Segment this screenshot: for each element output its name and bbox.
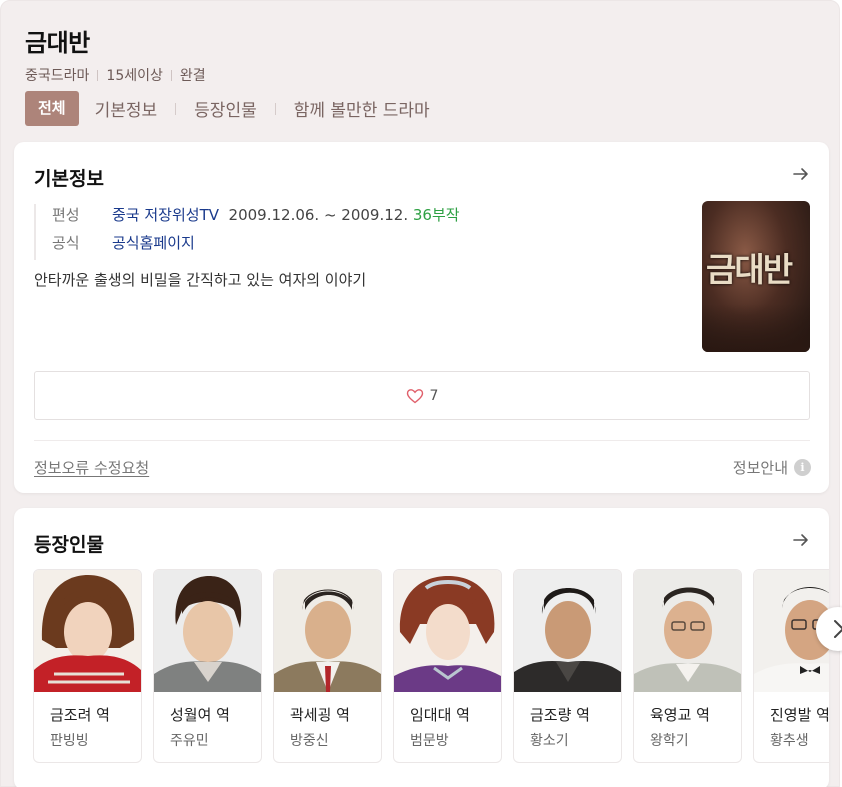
like-count: 7 bbox=[429, 387, 439, 404]
broadcast-dates: 2009.12.06. ~ 2009.12. bbox=[228, 206, 409, 224]
tab-divider bbox=[274, 102, 276, 115]
tab-bar: 전체 기본정보 등장인물 함께 볼만한 드라마 bbox=[25, 91, 430, 126]
tab-cast[interactable]: 등장인물 bbox=[194, 96, 257, 121]
official-homepage-link[interactable]: 공식홈페이지 bbox=[112, 232, 195, 260]
cast-actor: 황추생 bbox=[770, 733, 809, 749]
cast-role: 임대대 역 bbox=[410, 706, 470, 724]
cast-photo bbox=[514, 570, 621, 692]
cast-actor: 주유민 bbox=[170, 733, 209, 749]
cast-title[interactable]: 등장인물 bbox=[34, 530, 104, 557]
info-guide-label: 정보안내 bbox=[732, 459, 788, 477]
info-list: 편성 중국 저장위성TV 2009.12.06. ~ 2009.12. 36부작… bbox=[34, 204, 460, 260]
chevron-right-icon bbox=[834, 620, 842, 638]
cast-actor: 범문방 bbox=[410, 733, 449, 749]
meta-divider bbox=[170, 69, 172, 81]
cast-photo bbox=[634, 570, 741, 692]
like-button[interactable]: 7 bbox=[34, 371, 810, 420]
basic-info-card: 기본정보 편성 중국 저장위성TV 2009.12.06. ~ 2009.12.… bbox=[14, 142, 829, 493]
cast-item[interactable]: 진영발 역 황추생 bbox=[753, 569, 829, 763]
cast-item[interactable]: 성월여 역 주유민 bbox=[153, 569, 262, 763]
synopsis: 안타까운 출생의 비밀을 간직하고 있는 여자의 이야기 bbox=[34, 271, 367, 289]
cast-next-button[interactable] bbox=[816, 607, 842, 651]
cast-photo bbox=[394, 570, 501, 692]
cast-photo-image bbox=[394, 570, 501, 692]
official-row: 공식 공식홈페이지 bbox=[52, 232, 460, 260]
cast-actor: 왕학기 bbox=[650, 733, 689, 749]
tab-related-dramas[interactable]: 함께 볼만한 드라마 bbox=[294, 96, 430, 121]
heart-icon bbox=[406, 388, 423, 403]
cast-item[interactable]: 임대대 역 범문방 bbox=[393, 569, 502, 763]
report-error-link[interactable]: 정보오류 수정요청 bbox=[34, 457, 149, 478]
cast-item[interactable]: 금조려 역 판빙빙 bbox=[33, 569, 142, 763]
cast-photo bbox=[34, 570, 141, 692]
tab-all[interactable]: 전체 bbox=[25, 91, 79, 126]
arrow-right-icon[interactable] bbox=[791, 530, 811, 550]
meta-genre: 중국드라마 bbox=[25, 68, 90, 84]
cast-item[interactable]: 금조량 역 황소기 bbox=[513, 569, 622, 763]
broadcast-label: 편성 bbox=[52, 206, 80, 224]
cast-role: 곽세굉 역 bbox=[290, 706, 350, 724]
meta-status: 완결 bbox=[179, 68, 206, 84]
basic-info-title[interactable]: 기본정보 bbox=[34, 164, 104, 191]
cast-photo-image bbox=[34, 570, 141, 692]
cast-item[interactable]: 육영교 역 왕학기 bbox=[633, 569, 742, 763]
cast-photo-image bbox=[154, 570, 261, 692]
meta-rating: 15세이상 bbox=[106, 68, 163, 84]
channel-link[interactable]: 중국 저장위성TV bbox=[112, 206, 219, 224]
official-label: 공식 bbox=[52, 234, 80, 252]
cast-actor: 방중신 bbox=[290, 733, 329, 749]
cast-photo bbox=[274, 570, 381, 692]
cast-actor: 황소기 bbox=[530, 733, 569, 749]
drama-info-panel: 금대반 중국드라마 15세이상 완결 전체 기본정보 등장인물 함께 볼만한 드… bbox=[0, 0, 840, 787]
cast-role: 성월여 역 bbox=[170, 706, 230, 724]
cast-photo-image bbox=[634, 570, 741, 692]
arrow-right-icon[interactable] bbox=[791, 164, 811, 184]
cast-photo-image bbox=[274, 570, 381, 692]
cast-actor: 판빙빙 bbox=[50, 733, 89, 749]
info-guide[interactable]: 정보안내 i bbox=[733, 457, 811, 478]
cast-role: 진영발 역 bbox=[770, 706, 829, 724]
poster-shade bbox=[702, 304, 810, 352]
cast-card: 등장인물 금조려 역 판빙빙 성월여 역 주유민 곽세굉 역 방중신 임대대 역… bbox=[14, 508, 829, 787]
cast-photo-image bbox=[514, 570, 621, 692]
cast-photo bbox=[154, 570, 261, 692]
tab-divider bbox=[175, 102, 177, 115]
cast-item[interactable]: 곽세굉 역 방중신 bbox=[273, 569, 382, 763]
cast-role: 금조량 역 bbox=[530, 706, 590, 724]
episode-count: 36부작 bbox=[412, 206, 460, 224]
meta-divider bbox=[97, 69, 99, 81]
broadcast-value: 중국 저장위성TV 2009.12.06. ~ 2009.12. 36부작 bbox=[112, 204, 460, 232]
tab-basic-info[interactable]: 기본정보 bbox=[95, 96, 158, 121]
drama-title: 금대반 bbox=[25, 29, 90, 57]
poster-title: 금대반 bbox=[706, 250, 793, 289]
drama-meta: 중국드라마 15세이상 완결 bbox=[25, 65, 206, 85]
divider bbox=[34, 440, 810, 441]
cast-list: 금조려 역 판빙빙 성월여 역 주유민 곽세굉 역 방중신 임대대 역 범문방 … bbox=[33, 569, 829, 764]
broadcast-row: 편성 중국 저장위성TV 2009.12.06. ~ 2009.12. 36부작 bbox=[52, 204, 460, 232]
drama-poster[interactable]: 금대반 bbox=[702, 201, 810, 352]
info-icon: i bbox=[794, 459, 811, 476]
cast-role: 육영교 역 bbox=[650, 706, 710, 724]
drama-header: 금대반 중국드라마 15세이상 완결 bbox=[25, 23, 206, 84]
cast-role: 금조려 역 bbox=[50, 706, 110, 724]
